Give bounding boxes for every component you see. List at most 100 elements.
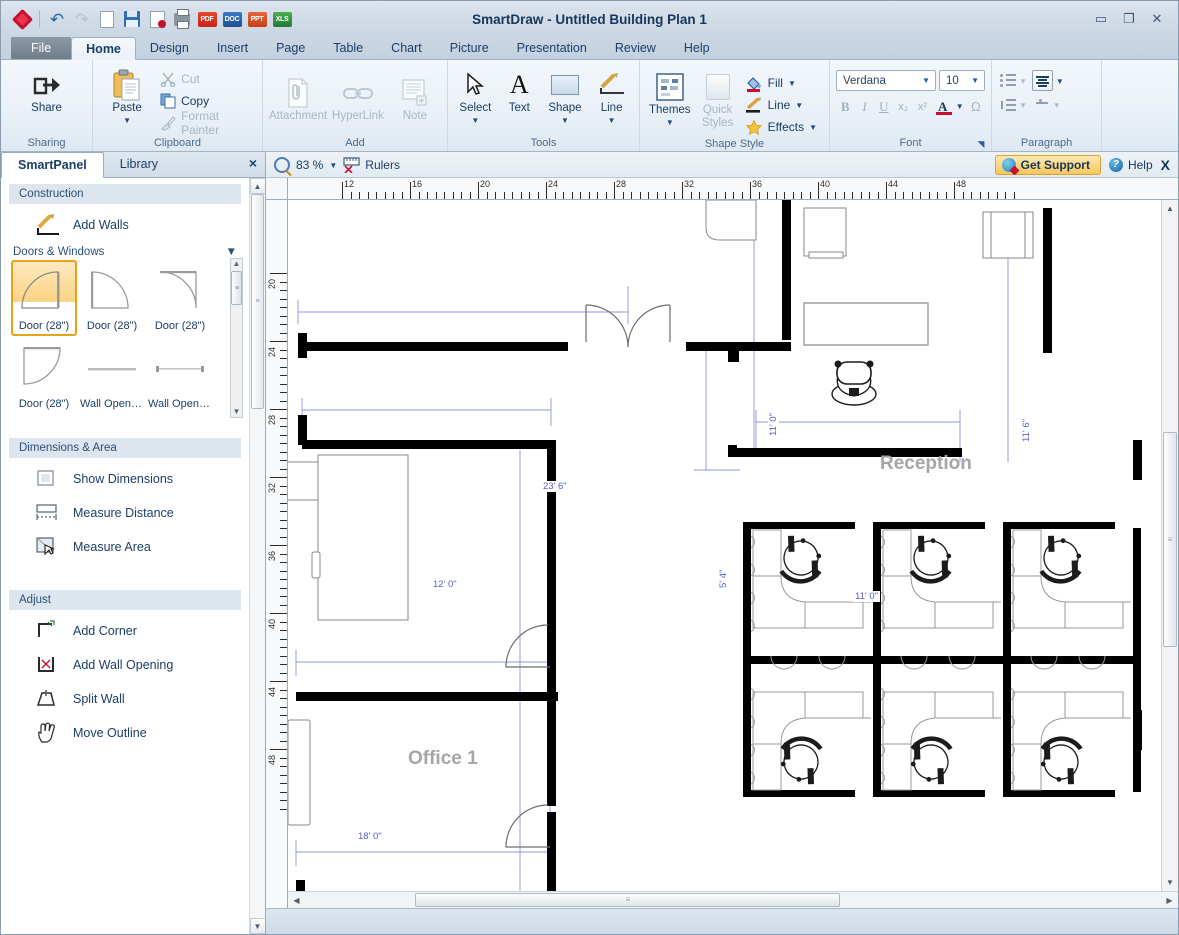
sidebar-close-icon[interactable]: × (249, 155, 257, 171)
canvas-hscroll-track[interactable]: ≡ (305, 892, 1161, 909)
help-button[interactable]: ? Help (1108, 157, 1153, 172)
line-dropdown-icon[interactable]: ▼ (608, 116, 616, 125)
palette-item-door-3[interactable]: Door (28") (147, 260, 213, 336)
line-spacing-chevron-down-icon[interactable]: ▼ (1019, 101, 1027, 110)
sidebar-scrollbar[interactable]: ▲ ≡ ▼ (249, 178, 265, 934)
sidebar-scroll-thumb[interactable]: ≡ (250, 194, 264, 409)
effects-dropdown-icon[interactable]: ▼ (809, 123, 817, 132)
paste-dropdown-icon[interactable]: ▼ (123, 116, 131, 125)
new-icon[interactable] (96, 8, 118, 30)
bullets-chevron-down-icon[interactable]: ▼ (1019, 77, 1027, 86)
bullets-button[interactable]: ▼ (998, 70, 1029, 91)
restore-button[interactable]: ❐ (1116, 9, 1142, 29)
canvas-scroll-right-icon[interactable]: ▶ (1161, 892, 1178, 909)
line-style-button[interactable]: Line ▼ (742, 94, 823, 115)
hyperlink-button[interactable]: HyperLink (329, 72, 387, 123)
undo-icon[interactable]: ↶ (46, 8, 68, 30)
format-painter-button[interactable]: Format Painter (157, 109, 256, 137)
preview-icon[interactable] (146, 8, 168, 30)
canvas-scroll-down-icon[interactable]: ▼ (1162, 874, 1179, 891)
fill-dropdown-icon[interactable]: ▼ (788, 79, 796, 88)
drawing-canvas[interactable]: Reception Office 1 Office 2 23' 6" 11' 0… (288, 200, 1161, 891)
canvas-vscroll-thumb[interactable]: ≡ (1162, 432, 1177, 647)
palette-item-door-2[interactable]: Door (28") (79, 260, 145, 336)
save-icon[interactable] (121, 8, 143, 30)
tab-help[interactable]: Help (670, 36, 724, 59)
zoom-chevron-down-icon[interactable]: ▼ (329, 161, 337, 170)
canvas-hscroll-thumb[interactable]: ≡ (415, 892, 840, 907)
smartdraw-logo-icon[interactable] (11, 8, 33, 30)
superscript-button[interactable]: x² (913, 97, 931, 117)
shape-dropdown-icon[interactable]: ▼ (561, 116, 569, 125)
text-direction-chevron-down-icon[interactable]: ▼ (1053, 101, 1061, 110)
font-name-combo[interactable]: Verdana ▼ (836, 70, 936, 91)
canvas-vertical-scrollbar[interactable]: ▲ ≡ ▼ (1161, 200, 1178, 891)
sidebar-item-split-wall[interactable]: Split Wall (1, 682, 249, 716)
bold-button[interactable]: B (836, 97, 854, 117)
note-button[interactable]: Note (389, 72, 441, 123)
attachment-button[interactable]: Attachment (269, 72, 327, 123)
tab-design[interactable]: Design (136, 36, 203, 59)
tab-table[interactable]: Table (319, 36, 377, 59)
cut-button[interactable]: Cut (157, 68, 256, 89)
palette-scroll-thumb[interactable]: ≡ (231, 271, 242, 305)
tab-insert[interactable]: Insert (203, 36, 262, 59)
zoom-icon[interactable] (274, 156, 290, 173)
export-doc-icon[interactable]: DOC (221, 8, 243, 30)
toolbar-close-icon[interactable]: X (1161, 157, 1170, 173)
tab-presentation[interactable]: Presentation (503, 36, 601, 59)
text-tool-button[interactable]: A Text (499, 64, 540, 115)
horizontal-ruler[interactable]: 12 16 20 24 28 32 36 40 44 48 (288, 178, 1161, 200)
line-tool-button[interactable]: Line ▼ (590, 64, 633, 125)
close-button[interactable]: ✕ (1144, 9, 1170, 29)
canvas-vscroll-track[interactable]: ≡ (1162, 217, 1179, 874)
shape-tool-button[interactable]: Shape ▼ (542, 64, 589, 125)
sidebar-item-add-corner[interactable]: Add Corner (1, 614, 249, 648)
palette-item-wall-opening-1[interactable]: Wall Opening (79, 338, 145, 414)
export-pdf-icon[interactable]: PDF (196, 8, 218, 30)
themes-dropdown-icon[interactable]: ▼ (666, 118, 674, 127)
font-size-chevron-down-icon[interactable]: ▼ (968, 76, 982, 85)
sidebar-scroll-down-icon[interactable]: ▼ (249, 918, 265, 934)
print-icon[interactable] (171, 8, 193, 30)
export-ppt-icon[interactable]: PPT (246, 8, 268, 30)
palette-scrollbar[interactable]: ▲ ≡ ▼ (230, 258, 243, 418)
select-dropdown-icon[interactable]: ▼ (471, 116, 479, 125)
minimize-button[interactable]: ▭ (1088, 9, 1114, 29)
sidebar-item-add-wall-opening[interactable]: Add Wall Opening (1, 648, 249, 682)
underline-button[interactable]: U (875, 97, 893, 117)
sidebar-tab-library[interactable]: Library (104, 151, 174, 177)
palette-item-door-4[interactable]: Door (28") (11, 338, 77, 414)
font-color-button[interactable]: A (933, 96, 953, 117)
themes-button[interactable]: Themes ▼ (646, 66, 694, 127)
redo-icon[interactable]: ↷ (71, 8, 93, 30)
font-name-chevron-down-icon[interactable]: ▼ (919, 76, 933, 85)
tab-file[interactable]: File (11, 36, 72, 59)
tab-home[interactable]: Home (71, 37, 136, 60)
symbol-button[interactable]: Ω (967, 97, 985, 117)
canvas-scroll-left-icon[interactable]: ◀ (288, 892, 305, 909)
tab-picture[interactable]: Picture (436, 36, 503, 59)
subscript-button[interactable]: x₂ (894, 97, 912, 117)
sidebar-scroll-up-icon[interactable]: ▲ (249, 178, 265, 194)
sidebar-item-move-outline[interactable]: Move Outline (1, 716, 249, 750)
sidebar-item-add-walls[interactable]: Add Walls (1, 208, 249, 242)
tab-review[interactable]: Review (601, 36, 670, 59)
sidebar-tab-smartpanel[interactable]: SmartPanel (1, 152, 104, 178)
export-xls-icon[interactable]: XLS (271, 8, 293, 30)
effects-button[interactable]: Effects ▼ (742, 116, 823, 137)
align-button[interactable] (1031, 70, 1053, 91)
rulers-toggle-button[interactable]: Rulers (343, 157, 400, 173)
get-support-button[interactable]: Get Support (994, 154, 1101, 175)
sidebar-scroll-track[interactable]: ≡ (249, 194, 265, 918)
font-size-combo[interactable]: 10 ▼ (939, 70, 985, 91)
sidebar-item-measure-distance[interactable]: Measure Distance (1, 496, 249, 530)
palette-scroll-up-icon[interactable]: ▲ (233, 259, 241, 269)
line-spacing-button[interactable]: ▼ (998, 94, 1029, 115)
palette-scroll-down-icon[interactable]: ▼ (233, 407, 241, 417)
italic-button[interactable]: I (855, 97, 873, 117)
sidebar-item-show-dimensions[interactable]: Show Dimensions (1, 462, 249, 496)
palette-item-wall-opening-2[interactable]: Wall Openin... (147, 338, 213, 414)
doors-windows-chevron-down-icon[interactable]: ▼ (226, 246, 237, 258)
tab-page[interactable]: Page (262, 36, 319, 59)
